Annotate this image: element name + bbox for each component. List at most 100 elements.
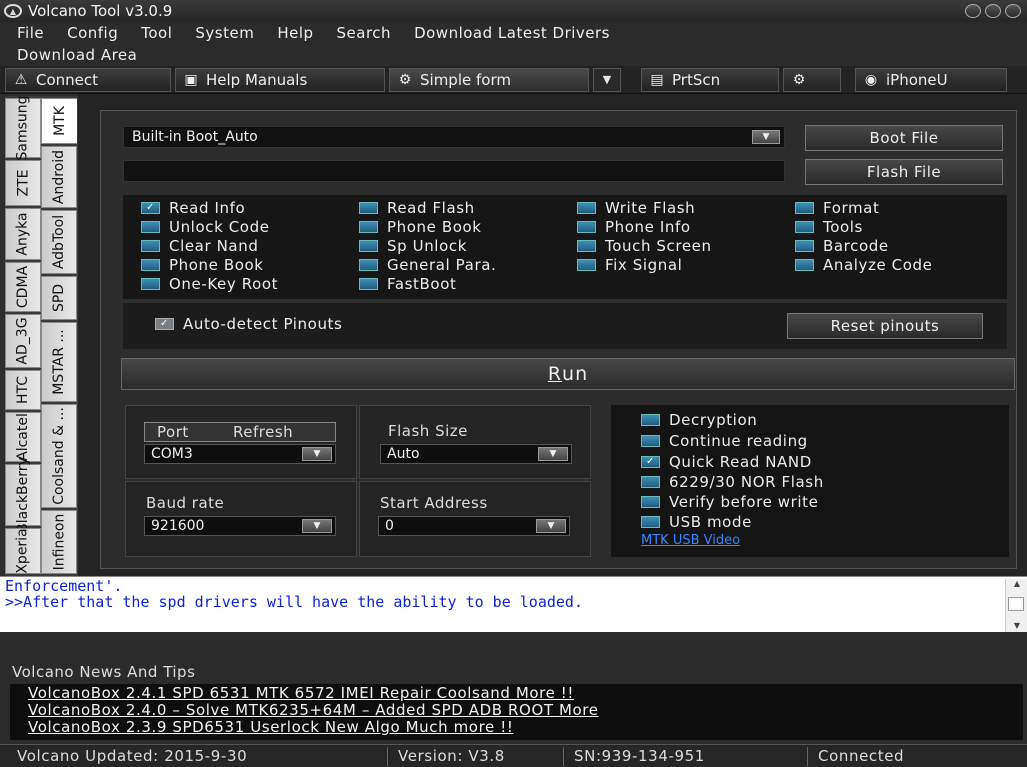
file-path-field[interactable] [123, 160, 785, 182]
log-scrollbar[interactable]: ▲ ▼ [1005, 579, 1027, 633]
run-button[interactable]: Run [121, 358, 1015, 390]
general-para-checkbox[interactable]: General Para. [359, 256, 496, 274]
news-list: VolcanoBox 2.4.1 SPD 6531 MTK 6572 IMEI … [10, 684, 1023, 740]
phone-book-checkbox[interactable]: Phone Book [359, 218, 482, 236]
read-flash-checkbox[interactable]: Read Flash [359, 199, 475, 217]
tab-mtk[interactable]: MTK [41, 98, 77, 144]
settings-button[interactable]: ⚙ [783, 67, 841, 92]
chevron-down-icon[interactable]: ▼ [302, 519, 332, 533]
tab-zte[interactable]: ZTE [5, 160, 41, 206]
close-button[interactable] [1005, 4, 1021, 18]
tab-blackberry[interactable]: BlackBerry [5, 457, 41, 533]
tab-coolsand[interactable]: Coolsand & ... [41, 404, 77, 508]
tab-adbtool[interactable]: AdbTool [41, 210, 77, 274]
menu-help[interactable]: Help [277, 24, 313, 42]
chevron-down-icon[interactable]: ▼ [536, 519, 566, 533]
tab-samsung[interactable]: Samsung [5, 95, 41, 161]
tab-htc[interactable]: HTC [5, 370, 41, 410]
status-bar: Volcano Updated: 2015-9-30 Version: V3.8… [0, 744, 1027, 767]
continue-reading-checkbox[interactable]: Continue reading [641, 432, 808, 450]
barcode-checkbox[interactable]: Barcode [795, 237, 889, 255]
news-link[interactable]: VolcanoBox 2.4.0 – Solve MTK6235+64M – A… [28, 701, 599, 719]
options-panel: Decryption Continue reading ✓ Quick Read … [611, 405, 1009, 557]
simple-form-dropdown[interactable]: ▼ [593, 67, 621, 92]
baud-rate-select[interactable]: 921600 ▼ [144, 516, 336, 536]
pinout-panel: ✓ Auto-detect Pinouts Reset pinouts [123, 303, 1007, 349]
news-panel: Volcano News And Tips VolcanoBox 2.4.1 S… [0, 658, 1027, 744]
news-link[interactable]: VolcanoBox 2.3.9 SPD6531 Userlock New Al… [28, 718, 513, 736]
checkbox-checked-icon: ✓ [641, 456, 660, 468]
window-controls [965, 4, 1021, 18]
verify-before-write-checkbox[interactable]: Verify before write [641, 493, 818, 511]
read-info-checkbox[interactable]: ✓ Read Info [141, 199, 245, 217]
status-version: Version: V3.8 [388, 746, 564, 766]
tab-ad-3g[interactable]: AD_3G [5, 314, 41, 368]
scroll-up-icon[interactable]: ▲ [1006, 579, 1027, 591]
menu-search[interactable]: Search [337, 24, 392, 42]
start-address-select[interactable]: 0 ▼ [378, 516, 570, 536]
prtscn-button[interactable]: ▤ PrtScn [641, 67, 779, 92]
tab-alcatel[interactable]: Alcatel [5, 412, 41, 462]
flash-file-button[interactable]: Flash File [805, 159, 1003, 185]
menu-config[interactable]: Config [67, 24, 118, 42]
title-bar: ▲ Volcano Tool v3.0.9 [0, 0, 1027, 22]
tab-xperia[interactable]: Xperia [5, 528, 41, 574]
flash-size-select[interactable]: Auto ▼ [380, 444, 572, 464]
chevron-down-icon[interactable]: ▼ [538, 447, 568, 461]
tab-mstar[interactable]: MSTAR ... [41, 322, 77, 402]
write-flash-checkbox[interactable]: Write Flash [577, 199, 695, 217]
tab-infineon[interactable]: Infineon [41, 510, 77, 574]
chevron-down-icon[interactable]: ▼ [752, 130, 780, 144]
phone-book-2-checkbox[interactable]: Phone Book [141, 256, 264, 274]
nor-flash-checkbox[interactable]: 6229/30 NOR Flash [641, 473, 824, 491]
apple-icon: ◉ [864, 71, 878, 88]
log-output[interactable]: Enforcement'. >>After that the spd drive… [0, 576, 1027, 633]
one-key-root-checkbox[interactable]: One-Key Root [141, 275, 278, 293]
auto-detect-pinouts-checkbox[interactable]: ✓ Auto-detect Pinouts [155, 315, 342, 333]
news-link[interactable]: VolcanoBox 2.4.1 SPD 6531 MTK 6572 IMEI … [28, 684, 574, 702]
usb-mode-checkbox[interactable]: USB mode [641, 513, 752, 531]
quick-read-nand-checkbox[interactable]: ✓ Quick Read NAND [641, 453, 812, 471]
fix-signal-checkbox[interactable]: Fix Signal [577, 256, 682, 274]
menu-system[interactable]: System [195, 24, 254, 42]
chevron-down-icon[interactable]: ▼ [302, 447, 332, 461]
checkbox-checked-icon: ✓ [141, 202, 160, 214]
reset-pinouts-button[interactable]: Reset pinouts [787, 313, 983, 339]
refresh-button[interactable]: Refresh [233, 423, 293, 441]
tab-spd[interactable]: SPD [41, 276, 77, 320]
toolbar: ⚠ Connect ▣ Help Manuals ⚙ Simple form ▼… [0, 66, 1027, 94]
format-checkbox[interactable]: Format [795, 199, 879, 217]
unlock-code-checkbox[interactable]: Unlock Code [141, 218, 270, 236]
status-updated: Volcano Updated: 2015-9-30 [0, 746, 388, 766]
minimize-button[interactable] [965, 4, 981, 18]
simple-form-button[interactable]: ⚙ Simple form [389, 67, 589, 92]
menu-tool[interactable]: Tool [141, 24, 172, 42]
help-manuals-button[interactable]: ▣ Help Manuals [175, 67, 385, 92]
clear-nand-checkbox[interactable]: Clear Nand [141, 237, 258, 255]
port-select[interactable]: COM3 ▼ [144, 444, 336, 464]
maximize-button[interactable] [985, 4, 1001, 18]
phone-info-checkbox[interactable]: Phone Info [577, 218, 691, 236]
volcano-logo-icon: ▲ [4, 4, 22, 18]
connect-button[interactable]: ⚠ Connect [5, 67, 171, 92]
sp-unlock-checkbox[interactable]: Sp Unlock [359, 237, 467, 255]
decryption-checkbox[interactable]: Decryption [641, 411, 757, 429]
scroll-thumb[interactable] [1008, 597, 1024, 611]
menu-download-drivers[interactable]: Download Latest Drivers [414, 24, 610, 42]
touch-screen-checkbox[interactable]: Touch Screen [577, 237, 712, 255]
iphone-button[interactable]: ◉ iPhoneU [855, 67, 1007, 92]
window-title: Volcano Tool v3.0.9 [28, 2, 173, 20]
tab-anyka[interactable]: Anyka [5, 208, 41, 260]
menu-file[interactable]: File [17, 24, 44, 42]
settings-gear-icon: ⚙ [792, 71, 806, 88]
mtk-usb-video-link[interactable]: MTK USB Video [641, 533, 740, 548]
analyze-code-checkbox[interactable]: Analyze Code [795, 256, 932, 274]
tab-cdma[interactable]: CDMA [5, 262, 41, 312]
tools-checkbox[interactable]: Tools [795, 218, 863, 236]
boot-select[interactable]: Built-in Boot_Auto ▼ [123, 126, 785, 148]
app-window: ▲ Volcano Tool v3.0.9 File Config Tool S… [0, 0, 1027, 767]
boot-file-button[interactable]: Boot File [805, 125, 1003, 151]
tab-android[interactable]: Android [41, 146, 77, 208]
menu-download-area[interactable]: Download Area [17, 46, 137, 64]
fastboot-checkbox[interactable]: FastBoot [359, 275, 456, 293]
